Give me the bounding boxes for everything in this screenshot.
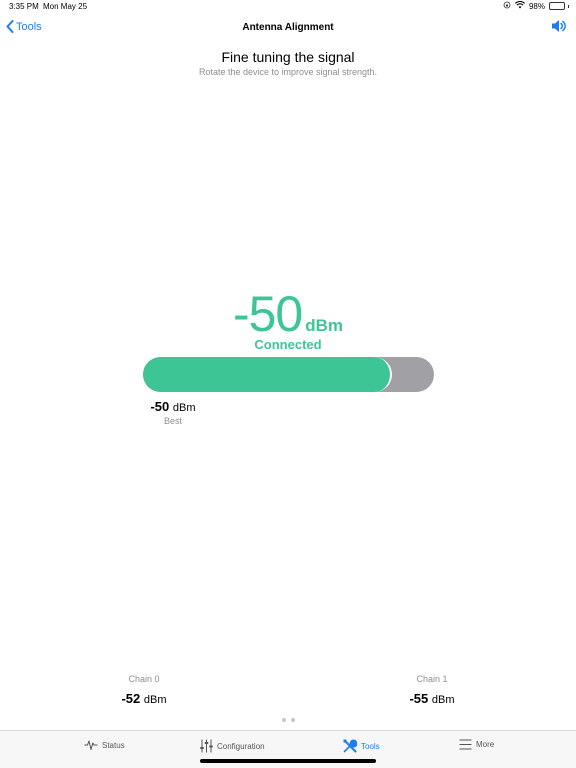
tab-more[interactable]: More	[459, 739, 494, 750]
chain-unit: dBm	[143, 694, 167, 706]
status-time: 3:35 PM	[9, 2, 39, 11]
best-signal-value: -50 dBm	[140, 399, 206, 414]
tab-label: Configuration	[217, 741, 265, 751]
section-heading: Fine tuning the signal	[221, 49, 355, 65]
speaker-button[interactable]	[551, 19, 566, 38]
status-indicators: 98%	[503, 1, 569, 11]
pulse-icon	[84, 740, 98, 750]
best-signal-number: -50	[150, 399, 170, 414]
tab-label: More	[476, 740, 495, 749]
status-date: Mon May 25	[43, 2, 88, 11]
page-title: Antenna Alignment	[242, 22, 334, 33]
orientation-lock-icon	[503, 1, 511, 11]
wifi-icon	[514, 1, 526, 11]
status-bar: 3:35 PM Mon May 25 98%	[0, 0, 576, 14]
sliders-icon	[200, 739, 213, 753]
tab-status[interactable]: Status	[84, 739, 125, 751]
page-dot[interactable]	[281, 718, 286, 722]
chain-value: -52 dBm	[99, 691, 189, 706]
menu-icon	[459, 739, 472, 750]
best-signal-unit: dBm	[172, 402, 196, 414]
chain-number: -55	[409, 691, 429, 706]
navigation-bar: Tools Antenna Alignment	[0, 14, 576, 42]
battery-icon	[549, 2, 569, 10]
chain-label: Chain 0	[128, 674, 160, 684]
chain-value: -55 dBm	[387, 691, 477, 706]
home-indicator[interactable]	[200, 759, 376, 763]
chain-unit: dBm	[431, 694, 455, 706]
tab-configuration[interactable]: Configuration	[200, 739, 265, 753]
signal-strength-fill	[143, 357, 392, 392]
section-subheading: Rotate the device to improve signal stre…	[198, 67, 378, 77]
page-control[interactable]	[0, 718, 576, 722]
tab-bar: Status Configuration Tools More	[0, 730, 576, 768]
tab-tools[interactable]: Tools	[343, 739, 380, 753]
best-signal-label: Best	[163, 416, 182, 426]
chain-0: Chain 0 -52 dBm	[99, 674, 189, 706]
chain-label: Chain 1	[416, 674, 448, 684]
signal-value: -50	[232, 286, 303, 342]
signal-readout: -50 dBm	[0, 287, 576, 341]
speaker-icon	[552, 20, 566, 32]
signal-unit: dBm	[305, 316, 344, 335]
tab-label: Tools	[361, 741, 380, 751]
signal-strength-bar	[143, 357, 434, 392]
connection-status: Connected	[254, 337, 322, 352]
battery-percent: 98%	[528, 1, 545, 11]
chain-number: -52	[121, 691, 141, 706]
best-signal: -50 dBm Best	[140, 399, 206, 426]
chain-1: Chain 1 -55 dBm	[387, 674, 477, 706]
tools-icon	[343, 739, 357, 753]
page-dot[interactable]	[290, 718, 295, 722]
tab-label: Status	[102, 740, 125, 750]
